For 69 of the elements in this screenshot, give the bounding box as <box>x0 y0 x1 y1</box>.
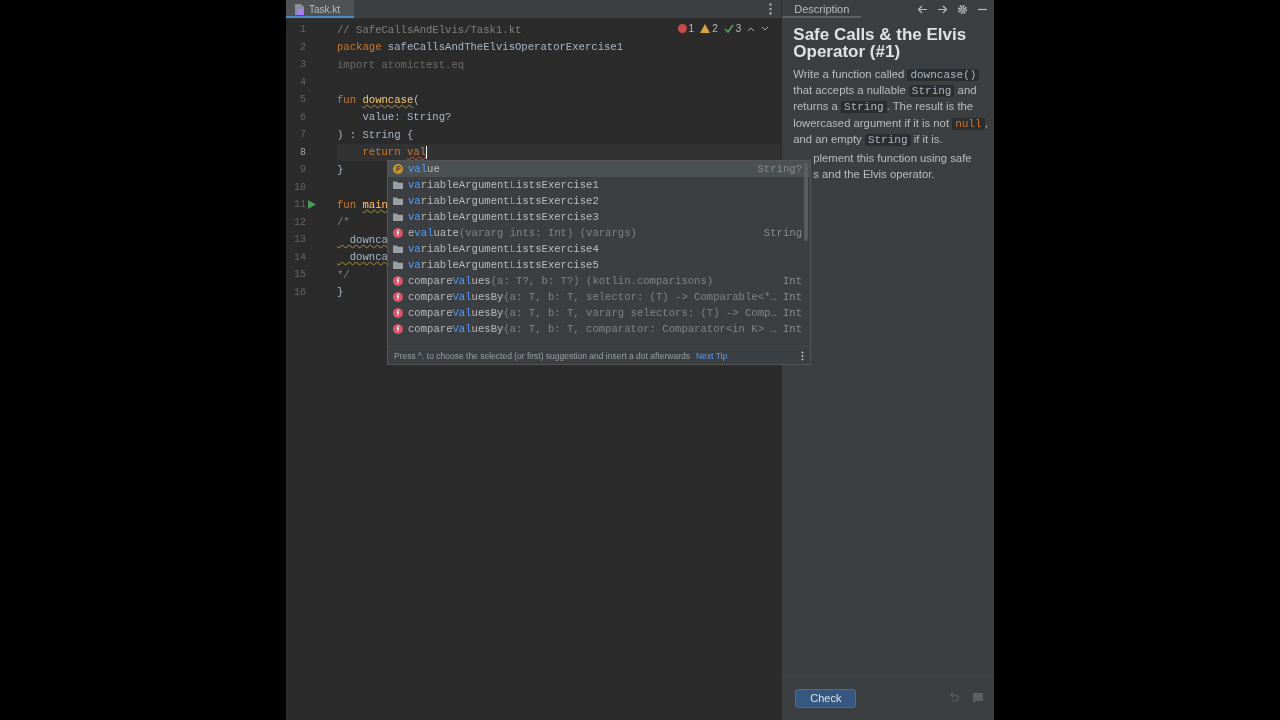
line-number: 2 <box>299 41 306 53</box>
passed-count[interactable]: 3 <box>723 23 742 34</box>
function-icon <box>393 228 403 238</box>
next-tip-link[interactable]: Next Tip <box>695 350 728 361</box>
function-icon <box>393 292 403 302</box>
code-line: } <box>337 163 344 176</box>
file-tab[interactable]: Task.kt <box>286 0 355 18</box>
line-number: 4 <box>299 76 306 88</box>
completion-item[interactable]: compareValuesBy(a: T, b: T, comparator: Comparator<in K> … Int <box>388 321 810 337</box>
function-icon <box>393 324 403 334</box>
completion-item[interactable]: variableArgumentListsExercise5 <box>388 257 810 273</box>
hint-text: Press ^. to choose the selected (or first) suggestion and insert a dot afterwards <box>394 350 690 361</box>
text-caret <box>426 145 427 159</box>
chevron-down-icon[interactable] <box>761 25 770 32</box>
description-tab[interactable]: Description <box>782 0 862 18</box>
description-text: Write a function called downcase() <box>793 67 980 81</box>
line-number: 15 <box>293 269 306 281</box>
code-line: downca <box>348 251 388 264</box>
code-line: package safeCallsAndTheElvisOperatorExercise1 <box>337 41 624 54</box>
completion-item[interactable]: variableArgumentListsExercise4 <box>388 241 810 257</box>
code-line: fun main <box>337 198 388 211</box>
line-number: 12 <box>293 216 306 228</box>
line-number: 16 <box>293 286 306 298</box>
line-number: 3 <box>299 59 306 71</box>
completion-item[interactable]: variableArgumentListsExercise1 <box>388 177 810 193</box>
error-count[interactable]: 1 <box>677 23 695 34</box>
line-number: 10 <box>293 181 306 193</box>
completion-item[interactable]: value String? <box>388 161 810 177</box>
back-arrow-icon[interactable] <box>917 3 928 15</box>
code-line: downca <box>348 233 388 246</box>
completion-item[interactable]: compareValuesBy(a: T, b: T, selector: (T) -> Comparable<*… Int <box>388 289 810 305</box>
code-line: ) : String { <box>337 128 414 141</box>
code-line: */ <box>337 268 350 281</box>
property-icon <box>393 164 403 174</box>
code-line: // SafeCallsAndElvis/Task1.kt <box>337 23 522 36</box>
line-number: 13 <box>293 234 306 246</box>
forward-arrow-icon[interactable] <box>937 3 948 15</box>
description-text: returns a String . The result is the <box>793 100 974 114</box>
function-icon <box>393 308 403 318</box>
description-text: lowercased argument if it is not null , <box>793 116 988 130</box>
completion-item[interactable]: compareValuesBy(a: T, b: T, vararg selectors: (T) -> Comp… Int <box>388 305 810 321</box>
more-icon[interactable] <box>769 3 773 15</box>
completion-item[interactable]: compareValues(a: T?, b: T?) (kotlin.comparisons) Int <box>388 273 810 289</box>
completion-item[interactable]: evaluate(vararg ints: Int) (varargs) String <box>388 225 810 241</box>
code-line: /* <box>337 216 350 229</box>
function-icon <box>393 276 403 286</box>
code-line: fun downcase( <box>337 93 420 106</box>
task-title: Safe Calls & the Elvis Operator (#1) <box>793 26 968 60</box>
run-icon[interactable] <box>308 200 316 210</box>
chevron-up-icon[interactable] <box>747 25 756 32</box>
line-number: 8 <box>299 146 306 158</box>
more-icon[interactable] <box>801 350 804 361</box>
completion-item[interactable]: variableArgumentListsExercise3 <box>388 209 810 225</box>
description-text: and an empty String if it is. <box>793 132 943 146</box>
line-number: 14 <box>293 251 306 263</box>
settings-icon[interactable] <box>957 3 968 15</box>
code-line: value: String? <box>361 111 452 124</box>
line-number: 7 <box>299 129 306 141</box>
check-button[interactable]: Check <box>795 688 857 708</box>
line-number: 11 <box>293 199 306 211</box>
code-line: return val <box>361 146 426 159</box>
code-line: } <box>337 286 344 299</box>
code-line: import atomictest.eq <box>337 58 465 71</box>
completion-item[interactable]: variableArgumentListsExercise2 <box>388 193 810 209</box>
kotlin-file-icon <box>294 3 305 15</box>
description-text: s and the Elvis operator. <box>813 167 935 180</box>
line-number: 1 <box>299 24 306 36</box>
description-text: plement this function using safe <box>813 151 972 164</box>
description-text: that accepts a nullable String and <box>793 83 977 97</box>
